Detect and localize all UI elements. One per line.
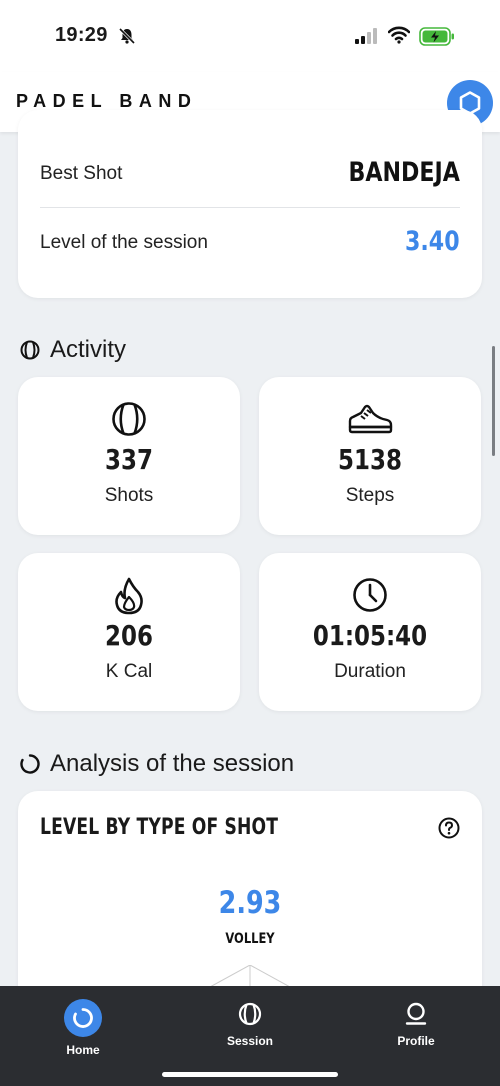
wifi-icon [388,26,410,44]
refresh-icon [73,1008,93,1028]
padel-ball-icon [238,1002,262,1026]
nav-profile[interactable]: Profile [356,986,476,1048]
nav-home-label: Home [66,1043,100,1057]
divider [40,207,460,208]
activity-title: Activity [50,336,127,363]
volley-level-value: 2.93 [218,885,282,921]
scrollbar[interactable] [492,346,495,456]
session-summary-card: Best Shot BANDEJA Level of the session 3… [18,110,482,298]
status-time: 19:29 [55,24,108,46]
steps-value: 5138 [338,443,402,476]
silent-bell-icon [118,27,136,45]
calories-card: 206 K Cal [18,553,240,711]
padel-ball-icon [20,340,40,360]
analysis-section-title: Analysis of the session [20,750,294,778]
session-level-value: 3.40 [405,226,460,257]
nav-session[interactable]: Session [190,986,310,1048]
clock-icon [353,578,387,612]
padel-ball-icon [112,402,146,436]
volley-label: VOLLEY [225,931,275,947]
nav-session-label: Session [226,1034,274,1048]
duration-value: 01:05:40 [312,619,428,652]
brand-logo: PADEL BAND [16,91,198,111]
loading-circle-icon [20,754,40,774]
shots-value: 337 [105,443,153,476]
steps-card: 5138 Steps [259,377,481,535]
steps-label: Steps [345,485,395,506]
analysis-title: Analysis of the session [50,750,295,777]
calories-label: K Cal [105,661,153,682]
duration-label: Duration [334,661,406,682]
help-icon[interactable] [438,817,460,839]
bottom-navigation: Home Session Profile [0,986,500,1086]
best-shot-value: BANDEJA [348,157,460,188]
cell-signal-icon [355,28,377,44]
sneaker-icon [348,404,393,434]
shots-label: Shots [104,485,154,506]
best-shot-label: Best Shot [40,163,123,184]
radar-chart-fragment [209,965,291,987]
activity-section-title: Activity [20,336,126,364]
level-by-shot-title: LEVEL BY TYPE OF SHOT [40,815,279,840]
home-indicator [162,1072,338,1077]
calories-value: 206 [105,619,153,652]
user-icon [405,1002,427,1025]
status-bar: 19:29 [0,0,500,72]
nav-home[interactable]: Home [23,986,143,1057]
nav-profile-label: Profile [397,1034,435,1048]
session-level-label: Level of the session [40,232,208,253]
battery-charging-icon [419,27,454,46]
shots-card: 337 Shots [18,377,240,535]
duration-card: 01:05:40 Duration [259,553,481,711]
flame-icon [115,577,143,615]
